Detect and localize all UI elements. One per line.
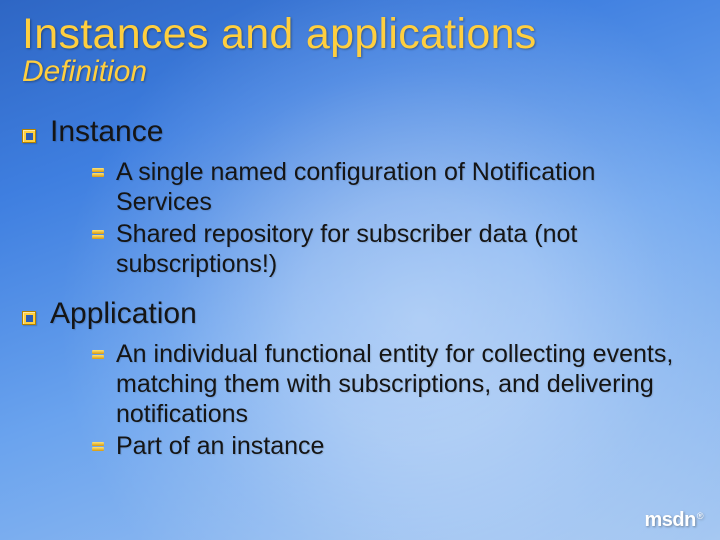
- level2-group: A single named configuration of Notifica…: [92, 157, 692, 279]
- level2-text: A single named configuration of Notifica…: [116, 157, 692, 217]
- bullet-bars-icon: [92, 168, 104, 178]
- bullet-bars-icon: [92, 350, 104, 360]
- level1-heading: Application: [50, 297, 197, 331]
- bullet-level2: Part of an instance: [92, 431, 692, 461]
- slide-content: Instance A single named configuration of…: [22, 115, 692, 461]
- level2-text: Shared repository for subscriber data (n…: [116, 219, 692, 279]
- logo-text: msdn: [645, 509, 696, 531]
- msdn-logo: msdn®: [645, 509, 702, 532]
- slide-title: Instances and applications: [22, 10, 692, 59]
- bullet-level2: An individual functional entity for coll…: [92, 339, 692, 429]
- bullet-level2: A single named configuration of Notifica…: [92, 157, 692, 217]
- trademark-icon: ®: [697, 511, 703, 521]
- level2-text: Part of an instance: [116, 431, 324, 461]
- bullet-square-icon: [22, 311, 36, 325]
- bullet-square-icon: [22, 129, 36, 143]
- bullet-level1: Instance: [22, 115, 692, 149]
- bullet-level1: Application: [22, 297, 692, 331]
- level2-text: An individual functional entity for coll…: [116, 339, 692, 429]
- level2-group: An individual functional entity for coll…: [92, 339, 692, 461]
- slide-subtitle: Definition: [22, 55, 692, 89]
- bullet-bars-icon: [92, 230, 104, 240]
- bullet-level2: Shared repository for subscriber data (n…: [92, 219, 692, 279]
- slide: Instances and applications Definition In…: [0, 0, 720, 461]
- level1-heading: Instance: [50, 115, 163, 149]
- bullet-bars-icon: [92, 442, 104, 452]
